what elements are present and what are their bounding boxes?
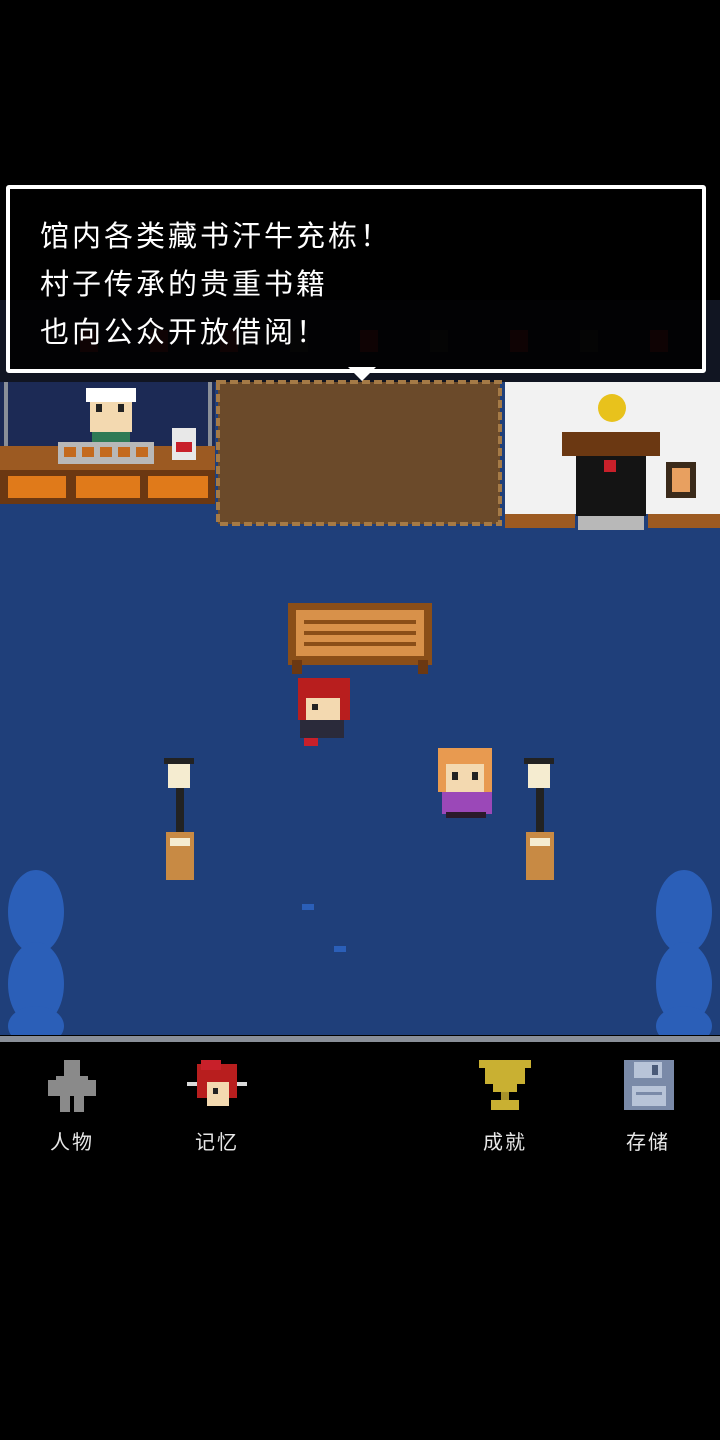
game-scene[interactable] [0, 300, 720, 1035]
dialog-line-2: 村子传承的贵重书籍 [40, 267, 329, 301]
bush-left [8, 870, 64, 1035]
bush-right [656, 870, 712, 1035]
grass-tuft [334, 946, 346, 952]
characters-button[interactable]: 人物 [17, 1054, 127, 1154]
street-lamp-left [164, 758, 194, 880]
grass-tuft [302, 904, 314, 910]
street-lamp-right [524, 758, 554, 880]
save-label: 存储 [626, 1130, 670, 1154]
save-button[interactable]: 存储 [593, 1054, 703, 1154]
notice-board [288, 603, 432, 674]
dialog-box[interactable]: 馆内各类藏书汗牛充栋！ 村子传承的贵重书籍 也向公众开放借阅！ [6, 185, 706, 381]
scene-graphics [0, 300, 720, 1035]
floppy-disk-icon [624, 1060, 674, 1110]
blonde-girl-character [438, 748, 492, 818]
red-hair-character [298, 678, 350, 746]
sun-emblem [598, 394, 626, 422]
memories-button[interactable]: 记忆 [162, 1054, 272, 1154]
food-stall [0, 382, 215, 504]
characters-label: 人物 [50, 1130, 94, 1154]
dialog-line-3: 也向公众开放借阅！ [40, 315, 329, 349]
red-hair-portrait-icon [187, 1060, 247, 1106]
triangle-down-icon[interactable] [348, 367, 376, 381]
dialog-line-1: 馆内各类藏书汗牛充栋！ [40, 219, 393, 253]
memories-label: 记忆 [195, 1130, 239, 1154]
dirt-plaza [216, 380, 502, 526]
achievements-button[interactable]: 成就 [450, 1054, 560, 1154]
library-building [505, 382, 720, 530]
trophy-icon [479, 1060, 531, 1110]
person-silhouette-icon [48, 1060, 96, 1112]
bottom-menu-bar: 人物 记忆 成就 存储 [0, 1042, 720, 1154]
achievements-label: 成就 [483, 1130, 527, 1154]
